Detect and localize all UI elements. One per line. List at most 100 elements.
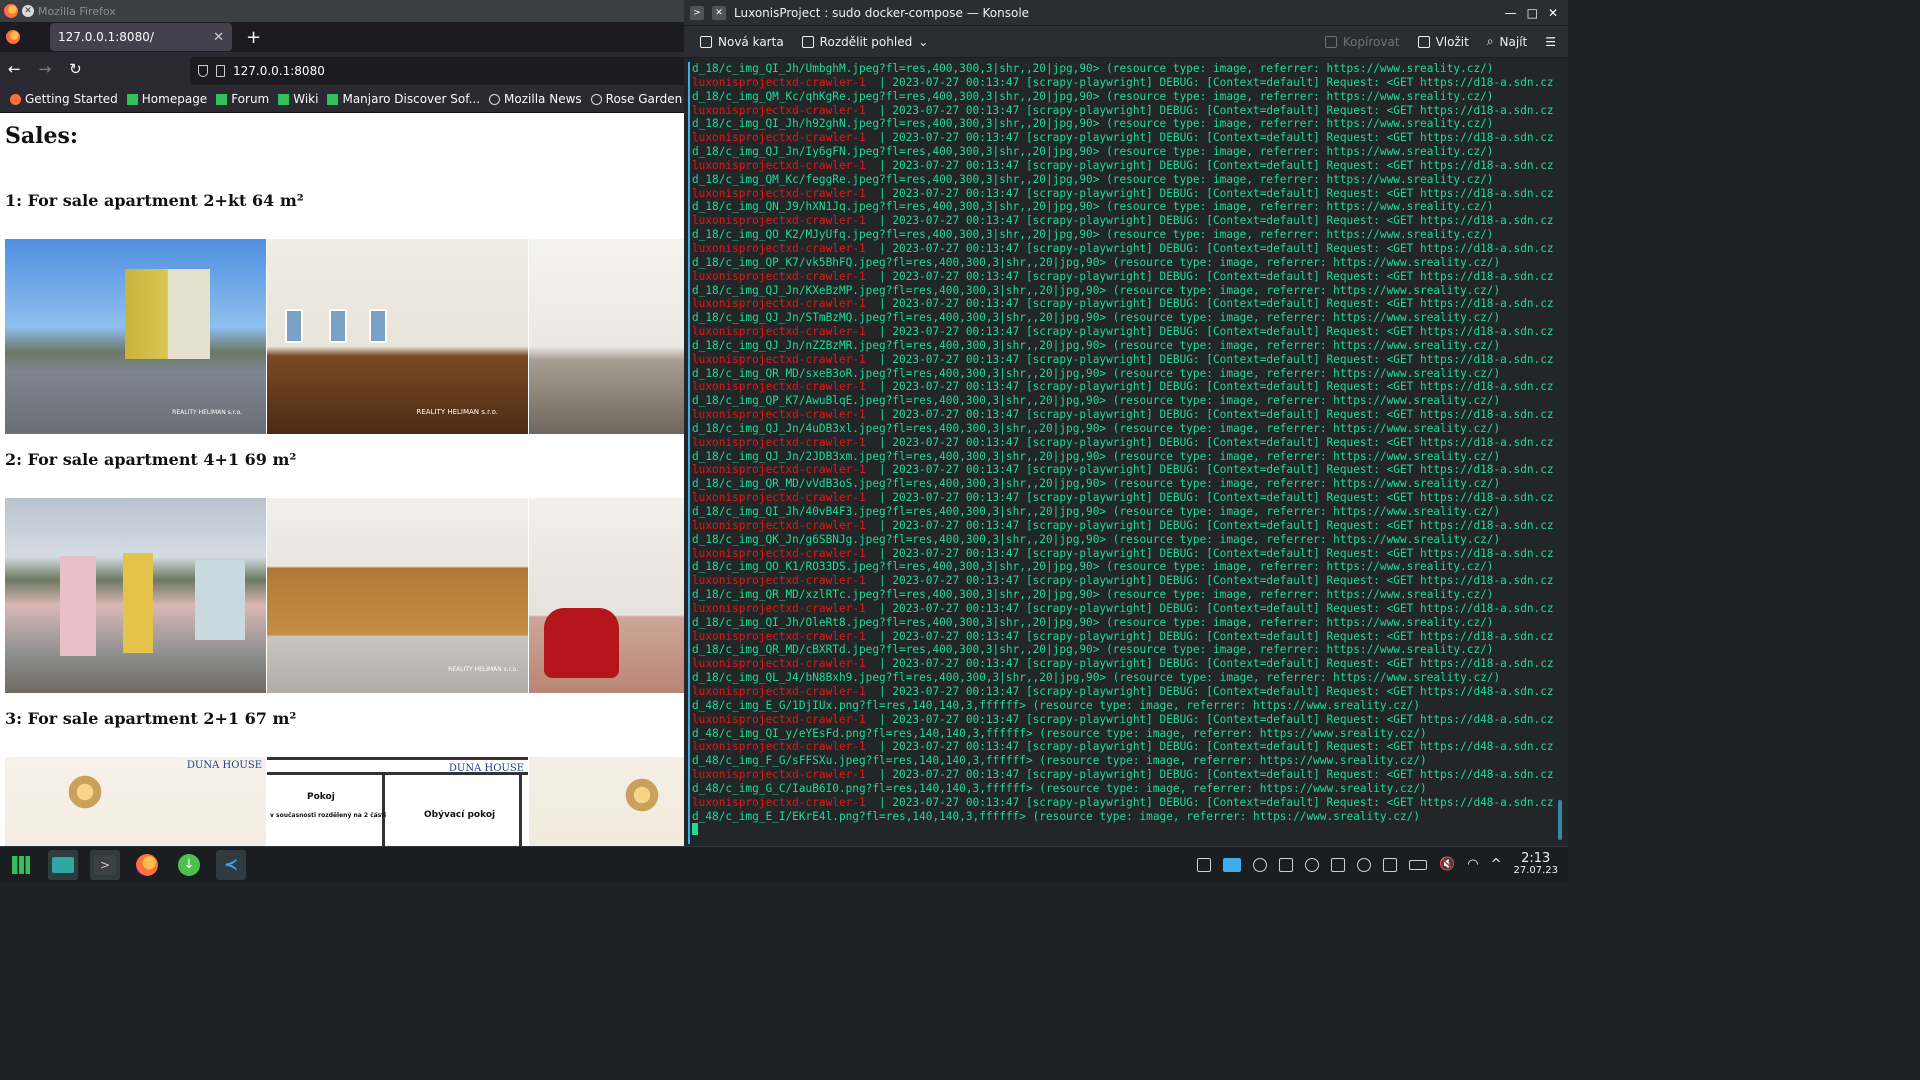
terminal-line: d_18/c_img_QP_K7/AwuBlqE.jpeg?fl=res,400…: [692, 394, 1501, 408]
service-name: luxonisprojectxd-crawler-1: [692, 241, 866, 255]
konsole-toolbar: Nová karta Rozdělit pohled ⌄ Kopírovat Vl…: [684, 26, 1568, 58]
volume-muted-icon[interactable]: 🔇: [1439, 857, 1455, 872]
settings-icon[interactable]: [1253, 857, 1268, 872]
terminal-line: d_18/c_img_QN_J9/hXN1Jq.jpeg?fl=res,400,…: [692, 200, 1494, 214]
copy-button[interactable]: Kopírovat: [1324, 35, 1400, 49]
tab-title: 127.0.0.1:8080/: [58, 30, 154, 44]
service-name: luxonisprojectxd-crawler-1: [692, 712, 866, 726]
terminal-line: d_18/c_img_QO_K1/RO33DS.jpeg?fl=res,400,…: [692, 560, 1494, 574]
service-name: luxonisprojectxd-crawler-1: [692, 158, 866, 172]
bookmark-forum[interactable]: Forum: [216, 92, 269, 106]
terminal-line: luxonisprojectxd-crawler-1 | 2023-07-27 …: [692, 408, 1553, 422]
pager-icon[interactable]: [1223, 857, 1242, 872]
terminal-line: d_18/c_img_QI_Jh/UmbghM.jpeg?fl=res,400,…: [692, 62, 1494, 75]
terminal-line: d_18/c_img_QR_MD/cBXRTd.jpeg?fl=res,400,…: [692, 643, 1494, 657]
task-downloader[interactable]: ↓: [174, 850, 204, 880]
service-name: luxonisprojectxd-crawler-1: [692, 131, 866, 145]
close-window-icon[interactable]: ✕: [1548, 6, 1558, 20]
terminal-line: luxonisprojectxd-crawler-1 | 2023-07-27 …: [692, 518, 1553, 532]
maximize-icon[interactable]: □: [1527, 6, 1538, 20]
terminal-line: d_48/c_img_QI_y/eYEsFd.png?fl=res,140,14…: [692, 726, 1427, 740]
tab-localhost[interactable]: 127.0.0.1:8080/ ✕: [50, 23, 232, 51]
copy-icon: [1324, 35, 1337, 48]
clipboard-icon[interactable]: [1383, 857, 1398, 872]
wifi-icon[interactable]: ◠: [1467, 857, 1478, 872]
app-launcher[interactable]: [6, 850, 36, 880]
listing-title: 2: For sale apartment 4+1 69 m²: [5, 450, 297, 469]
back-arrow-icon[interactable]: ←: [8, 60, 21, 78]
duna-house-logo: DUNA HOUSE: [186, 760, 262, 771]
service-name: luxonisprojectxd-crawler-1: [692, 684, 866, 698]
page-heading: Sales:: [5, 123, 79, 149]
bookmark-getting-started[interactable]: Getting Started: [10, 92, 118, 106]
terminal-output[interactable]: d_18/c_img_QI_Jh/UmbghM.jpeg?fl=res,400,…: [688, 62, 1553, 844]
terminal-line: d_18/c_img_QI_Jh/h92ghN.jpeg?fl=res,400,…: [692, 117, 1494, 131]
listing-title: 3: For sale apartment 2+1 67 m²: [5, 709, 297, 728]
media-pause-icon[interactable]: [1357, 857, 1372, 872]
firefox-menu-icon[interactable]: [6, 30, 20, 44]
service-name: luxonisprojectxd-crawler-1: [692, 795, 866, 809]
task-file-manager[interactable]: [48, 849, 78, 880]
service-name: luxonisprojectxd-crawler-1: [692, 629, 866, 643]
listing-photo-red-armchair: [529, 498, 684, 693]
watermark: REALITY HELIMAN s.r.o.: [172, 409, 242, 416]
reload-icon[interactable]: ↻: [69, 60, 82, 78]
konsole-window: > ✕ LuxonisProject : sudo docker-compose…: [684, 0, 1568, 846]
find-button[interactable]: ⌕ Najít: [1487, 34, 1527, 49]
bookmark-homepage[interactable]: Homepage: [126, 92, 207, 106]
battery-icon[interactable]: [1409, 859, 1428, 870]
shield-icon[interactable]: [198, 65, 208, 77]
system-tray: 🔇 ◠ ^ 2:13 27.07.23: [1197, 852, 1568, 877]
show-desktop-icon[interactable]: [1197, 857, 1212, 872]
service-name: luxonisprojectxd-crawler-1: [692, 740, 866, 754]
close-icon[interactable]: ✕: [22, 5, 34, 17]
terminal-line: luxonisprojectxd-crawler-1 | 2023-07-27 …: [692, 325, 1553, 339]
bookmark-manjaro-discover[interactable]: Manjaro Discover Sof...: [327, 92, 480, 106]
terminal-line: d_48/c_img_G_C/IauB6I0.png?fl=res,140,14…: [692, 781, 1427, 795]
update-icon[interactable]: [1305, 857, 1320, 872]
forward-arrow-icon[interactable]: →: [39, 60, 52, 78]
split-view-button[interactable]: Rozdělit pohled ⌄: [801, 34, 929, 49]
service-name: luxonisprojectxd-crawler-1: [692, 269, 866, 283]
chevron-up-icon[interactable]: ^: [1491, 857, 1502, 872]
manjaro-icon: [216, 93, 228, 105]
windows-icon[interactable]: [1279, 857, 1294, 872]
new-tab-button[interactable]: +: [246, 27, 261, 48]
tab-close-icon[interactable]: ✕: [213, 30, 224, 45]
terminal-scrollbar[interactable]: [1558, 800, 1562, 840]
bookmark-label: Forum: [231, 92, 270, 106]
url-bar[interactable]: 127.0.0.1:8080: [190, 57, 684, 85]
bookmark-rose-garden[interactable]: Rose Garden Chalet - ...: [590, 92, 684, 106]
terminal-line: d_48/c_img_F_G/sFFSXu.jpeg?fl=res,140,14…: [692, 754, 1427, 768]
task-vscode[interactable]: ≺: [216, 849, 246, 880]
bookmark-mozilla-news[interactable]: Mozilla News: [489, 92, 582, 106]
tab-strip: 127.0.0.1:8080/ ✕ +: [0, 22, 684, 52]
clock[interactable]: 2:13 27.07.23: [1513, 852, 1558, 877]
listing-photos: REALITY HELIMAN s.r.o. REALITY HELIMAN s…: [5, 239, 684, 434]
close-icon[interactable]: ✕: [712, 5, 726, 20]
task-firefox[interactable]: [132, 850, 162, 880]
task-konsole[interactable]: >: [90, 849, 120, 880]
service-name: luxonisprojectxd-crawler-1: [692, 601, 866, 615]
minimize-icon[interactable]: —: [1505, 6, 1517, 20]
chevron-down-icon: ⌄: [918, 34, 929, 49]
terminal-line: d_18/c_img_QJ_Jn/nZZBzMR.jpeg?fl=res,400…: [692, 338, 1501, 352]
terminal-line: luxonisprojectxd-crawler-1 | 2023-07-27 …: [692, 214, 1553, 228]
terminal-line: luxonisprojectxd-crawler-1 | 2023-07-27 …: [692, 75, 1553, 89]
package-icon[interactable]: [1331, 857, 1346, 872]
bookmark-wiki[interactable]: Wiki: [278, 92, 318, 106]
terminal-line: luxonisprojectxd-crawler-1 | 2023-07-27 …: [692, 491, 1553, 505]
new-tab-button[interactable]: Nová karta: [700, 35, 784, 49]
url-text[interactable]: 127.0.0.1:8080: [233, 64, 325, 78]
search-icon: ⌕: [1486, 34, 1494, 48]
page-icon[interactable]: [216, 65, 225, 77]
terminal-line: luxonisprojectxd-crawler-1 | 2023-07-27 …: [692, 740, 1553, 754]
paste-button[interactable]: Vložit: [1417, 35, 1469, 49]
terminal-line: d_18/c_img_QJ_Jn/Iy6gFN.jpeg?fl=res,400,…: [692, 145, 1494, 159]
terminal-line: luxonisprojectxd-crawler-1 | 2023-07-27 …: [692, 103, 1553, 117]
service-name: luxonisprojectxd-crawler-1: [692, 214, 866, 228]
terminal-line: luxonisprojectxd-crawler-1 | 2023-07-27 …: [692, 352, 1553, 366]
firefox-titlebar: ✕ Mozilla Firefox: [0, 0, 684, 22]
hamburger-menu-icon[interactable]: ☰: [1545, 35, 1556, 49]
terminal-line: d_18/c_img_QP_K7/vk5BhFQ.jpeg?fl=res,400…: [692, 255, 1501, 269]
